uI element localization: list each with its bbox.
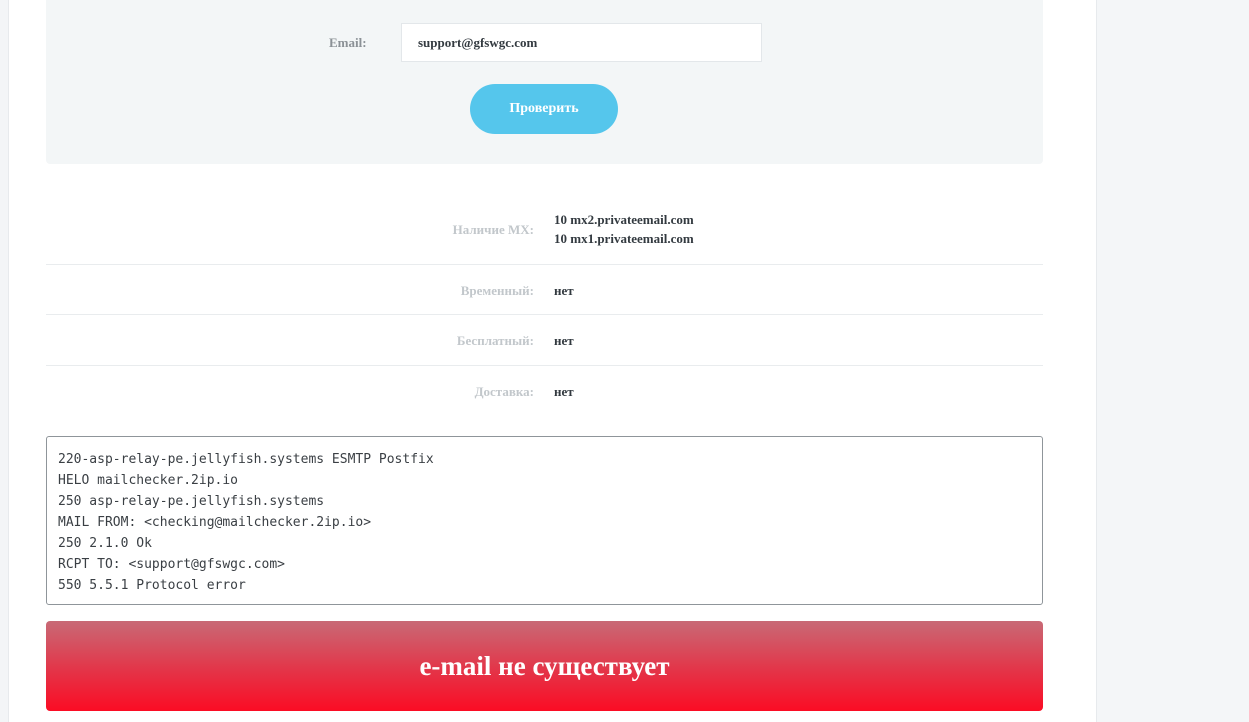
log-line: HELO mailchecker.2ip.io xyxy=(58,473,239,488)
log-line: 550 5.5.1 Protocol error xyxy=(58,578,246,593)
email-input[interactable] xyxy=(401,23,762,62)
free-label: Бесплатный: xyxy=(456,333,534,348)
result-row-temporary: Временный: нет xyxy=(46,265,1043,315)
mx-values: 10 mx2.privateemail.com 10 mx1.privateem… xyxy=(554,210,694,248)
result-row-free: Бесплатный: нет xyxy=(46,315,1043,366)
result-row-delivery: Доставка: нет xyxy=(46,366,1043,418)
temporary-value: нет xyxy=(554,283,574,298)
temporary-label: Временный: xyxy=(460,283,534,298)
log-line: 220-asp-relay-pe.jellyfish.systems ESMTP… xyxy=(58,452,434,467)
smtp-log: 220-asp-relay-pe.jellyfish.systems ESMTP… xyxy=(46,436,1043,605)
mx-record: 10 mx1.privateemail.com xyxy=(554,231,694,246)
results-table: Наличие MX: 10 mx2.privateemail.com 10 m… xyxy=(46,197,1043,418)
result-row-mx: Наличие MX: 10 mx2.privateemail.com 10 m… xyxy=(46,197,1043,265)
log-line: RCPT TO: <support@gfswgc.com> xyxy=(58,557,285,572)
right-sidebar xyxy=(1097,0,1249,722)
log-line: 250 2.1.0 Ok xyxy=(58,536,152,551)
log-line: 250 asp-relay-pe.jellyfish.systems xyxy=(58,494,325,509)
email-check-form: Email: Проверить xyxy=(46,0,1043,164)
mx-record: 10 mx2.privateemail.com xyxy=(554,212,694,227)
verdict-text: e-mail не существует xyxy=(419,650,670,681)
delivery-label: Доставка: xyxy=(474,384,534,399)
verdict-banner: e-mail не существует xyxy=(46,621,1043,711)
delivery-value: нет xyxy=(554,384,574,399)
free-value: нет xyxy=(554,333,574,348)
mx-label: Наличие MX: xyxy=(452,222,534,237)
check-button[interactable]: Проверить xyxy=(470,84,618,134)
log-line: MAIL FROM: <checking@mailchecker.2ip.io> xyxy=(58,515,372,530)
